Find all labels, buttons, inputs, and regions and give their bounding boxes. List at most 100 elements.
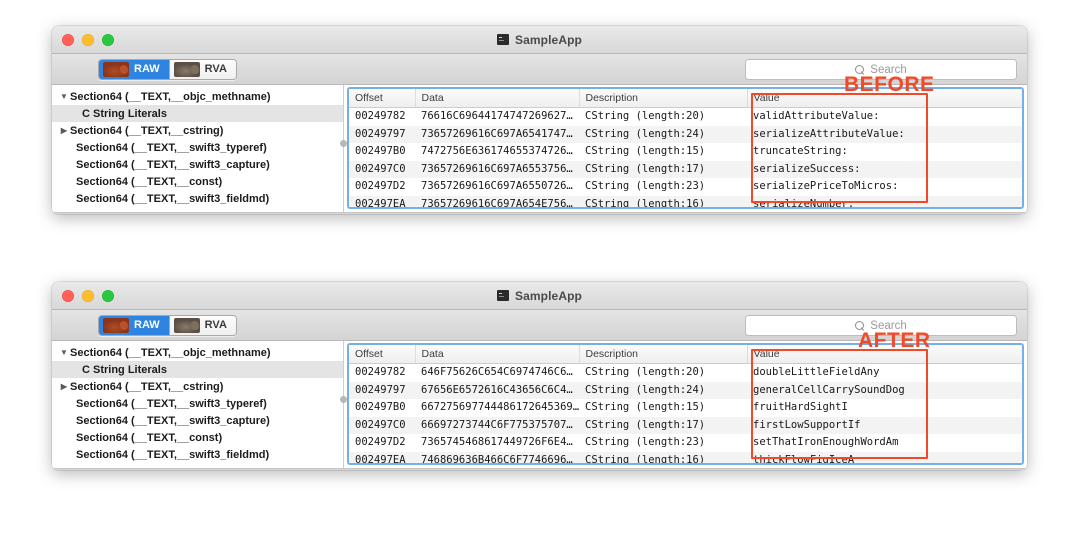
cell-description: CString (length:20) bbox=[585, 110, 706, 122]
sidebar-item-label: C String Literals bbox=[82, 107, 167, 120]
table-row[interactable]: 002497EA 73657269616C697A654E756… CString … bbox=[349, 195, 1022, 209]
strings-table-after[interactable]: Offset Data Description Value 00249782 64… bbox=[347, 343, 1024, 465]
table-row[interactable]: 00249797 73657269616C697A6541747… CString … bbox=[349, 125, 1022, 143]
window-before[interactable]: SampleApp RAW RVA Search ▼ Section64 (__… bbox=[52, 26, 1027, 214]
sidebar-item-label: Section64 (__TEXT,__swift3_fieldmd) bbox=[76, 192, 270, 205]
cell-description: CString (length:20) bbox=[585, 366, 706, 378]
hippo-gray-icon bbox=[173, 61, 200, 77]
sidebar-item-const[interactable]: Section64 (__TEXT,__const) bbox=[52, 429, 343, 446]
mode-segmented-control[interactable]: RAW RVA bbox=[98, 314, 237, 336]
chevron-down-icon[interactable]: ▼ bbox=[58, 92, 70, 101]
close-button[interactable] bbox=[62, 33, 74, 46]
sidebar-item-objc-methname[interactable]: ▼ Section64 (__TEXT,__objc_methname) bbox=[52, 344, 343, 361]
zoom-button[interactable] bbox=[102, 289, 114, 302]
cell-offset: 002497C0 bbox=[355, 162, 406, 175]
minimize-button[interactable] bbox=[82, 33, 94, 46]
segment-rva[interactable]: RVA bbox=[168, 59, 236, 79]
column-header-value[interactable]: Value bbox=[747, 89, 1022, 108]
table-row[interactable]: 002497EA 746869636B466C6F7746696… CString … bbox=[349, 451, 1022, 465]
sidebar-item-objc-methname[interactable]: ▼ Section64 (__TEXT,__objc_methname) bbox=[52, 88, 343, 105]
cell-value: serializeAttributeValue: bbox=[753, 127, 905, 140]
sidebar-item-swift3-typeref[interactable]: Section64 (__TEXT,__swift3_typeref) bbox=[52, 139, 343, 156]
column-header-offset[interactable]: Offset bbox=[349, 89, 416, 108]
sidebar-item-c-string-literals[interactable]: C String Literals bbox=[52, 361, 343, 378]
search-placeholder: Search bbox=[870, 319, 907, 332]
segment-raw[interactable]: RAW bbox=[99, 59, 169, 79]
sidebar-item-swift3-fieldmd[interactable]: Section64 (__TEXT,__swift3_fieldmd) bbox=[52, 190, 343, 207]
table-row[interactable]: 00249782 646F75626C654C6974746C6… CString … bbox=[349, 363, 1022, 382]
window-title-group: SampleApp bbox=[52, 33, 1027, 47]
sidebar-item-swift3-fieldmd[interactable]: Section64 (__TEXT,__swift3_fieldmd) bbox=[52, 446, 343, 463]
minimize-button[interactable] bbox=[82, 289, 94, 302]
cell-value: fruitHardSightI bbox=[753, 401, 848, 413]
column-header-description[interactable]: Description bbox=[579, 345, 748, 364]
search-field[interactable]: Search bbox=[745, 315, 1017, 336]
cell-offset: 00249797 bbox=[355, 383, 406, 396]
cell-data: 746869636B466C6F7746696… bbox=[421, 453, 573, 465]
sidebar-item-label: Section64 (__TEXT,__cstring) bbox=[70, 124, 224, 137]
sections-sidebar[interactable]: ▼ Section64 (__TEXT,__objc_methname) C St… bbox=[52, 85, 347, 212]
window-traffic-lights bbox=[62, 33, 114, 46]
cell-description: CString (length:24) bbox=[585, 127, 706, 140]
sidebar-item-swift3-capture[interactable]: Section64 (__TEXT,__swift3_capture) bbox=[52, 412, 343, 429]
sidebar-item-label: Section64 (__TEXT,__const) bbox=[76, 175, 223, 188]
sidebar-item-cstring[interactable]: ▶ Section64 (__TEXT,__cstring) bbox=[52, 378, 343, 395]
sidebar-item-swift3-typeref[interactable]: Section64 (__TEXT,__swift3_typeref) bbox=[52, 395, 343, 412]
cell-description: CString (length:15) bbox=[585, 401, 706, 413]
strings-table-before[interactable]: Offset Data Description Value 00249782 76… bbox=[347, 87, 1024, 209]
sidebar-item-const[interactable]: Section64 (__TEXT,__const) bbox=[52, 173, 343, 190]
column-header-offset[interactable]: Offset bbox=[349, 345, 416, 364]
window-after[interactable]: SampleApp RAW RVA Search ▼ Section64 (__… bbox=[52, 282, 1027, 470]
segment-raw-label: RAW bbox=[134, 63, 160, 75]
table-header-row: Offset Data Description Value bbox=[349, 89, 1022, 108]
column-header-data[interactable]: Data bbox=[415, 89, 580, 108]
column-header-value[interactable]: Value bbox=[747, 345, 1022, 364]
cell-offset: 00249782 bbox=[355, 110, 406, 122]
cell-offset: 002497C0 bbox=[355, 418, 406, 431]
table-row[interactable]: 002497D2 7365745468617449726F6E4… CString … bbox=[349, 434, 1022, 452]
table-row[interactable]: 00249797 67656E6572616C43656C6C4… CString … bbox=[349, 381, 1022, 399]
sections-sidebar[interactable]: ▼ Section64 (__TEXT,__objc_methname) C St… bbox=[52, 341, 347, 468]
titlebar[interactable]: SampleApp bbox=[52, 26, 1027, 54]
segment-rva-label: RVA bbox=[204, 319, 227, 331]
split-view-divider-handle[interactable] bbox=[340, 140, 347, 147]
titlebar[interactable]: SampleApp bbox=[52, 282, 1027, 310]
sidebar-item-cstring[interactable]: ▶ Section64 (__TEXT,__cstring) bbox=[52, 122, 343, 139]
zoom-button[interactable] bbox=[102, 33, 114, 46]
content-split-view: ▼ Section64 (__TEXT,__objc_methname) C St… bbox=[52, 85, 1027, 213]
table-header-row: Offset Data Description Value bbox=[349, 345, 1022, 364]
cell-data: 667275697744486172645369… bbox=[421, 401, 579, 413]
column-header-data[interactable]: Data bbox=[415, 345, 580, 364]
terminal-app-icon bbox=[497, 34, 510, 45]
chevron-right-icon[interactable]: ▶ bbox=[58, 126, 70, 135]
table-row[interactable]: 002497C0 66697273744C6F775375707… CString … bbox=[349, 416, 1022, 434]
table-row[interactable]: 00249782 76616C69644174747269627… CString … bbox=[349, 107, 1022, 126]
cell-value: doubleLittleFieldAny bbox=[753, 366, 880, 378]
segment-raw-label: RAW bbox=[134, 319, 160, 331]
screenshot-stage: SampleApp RAW RVA Search ▼ Section64 (__… bbox=[0, 0, 1080, 553]
table-row[interactable]: 002497B0 7472756E636174655374726… CString … bbox=[349, 143, 1022, 161]
mode-segmented-control[interactable]: RAW RVA bbox=[98, 58, 237, 80]
sidebar-item-swift3-capture[interactable]: Section64 (__TEXT,__swift3_capture) bbox=[52, 156, 343, 173]
cell-value: setThatIronEnoughWordAm bbox=[753, 436, 899, 448]
toolbar: RAW RVA Search bbox=[52, 54, 1027, 85]
segment-rva[interactable]: RVA bbox=[168, 315, 236, 335]
column-header-description[interactable]: Description bbox=[579, 89, 748, 108]
segment-raw[interactable]: RAW bbox=[99, 315, 169, 335]
sidebar-item-c-string-literals[interactable]: C String Literals bbox=[52, 105, 343, 122]
chevron-down-icon[interactable]: ▼ bbox=[58, 348, 70, 357]
table-row[interactable]: 002497C0 73657269616C697A6553756… CString … bbox=[349, 160, 1022, 178]
close-button[interactable] bbox=[62, 289, 74, 302]
search-icon bbox=[855, 320, 865, 331]
table-row[interactable]: 002497D2 73657269616C697A6550726… CString … bbox=[349, 178, 1022, 196]
sidebar-item-label: Section64 (__TEXT,__swift3_fieldmd) bbox=[76, 448, 270, 461]
split-view-divider-handle[interactable] bbox=[340, 396, 347, 403]
segment-rva-label: RVA bbox=[204, 63, 227, 75]
cell-data: 76616C69644174747269627… bbox=[421, 110, 573, 122]
search-field[interactable]: Search bbox=[745, 59, 1017, 80]
window-traffic-lights bbox=[62, 289, 114, 302]
cell-data: 73657269616C697A654E756… bbox=[421, 197, 573, 209]
sidebar-item-label: Section64 (__TEXT,__cstring) bbox=[70, 380, 224, 393]
chevron-right-icon[interactable]: ▶ bbox=[58, 382, 70, 391]
table-row[interactable]: 002497B0 667275697744486172645369… CString… bbox=[349, 399, 1022, 417]
